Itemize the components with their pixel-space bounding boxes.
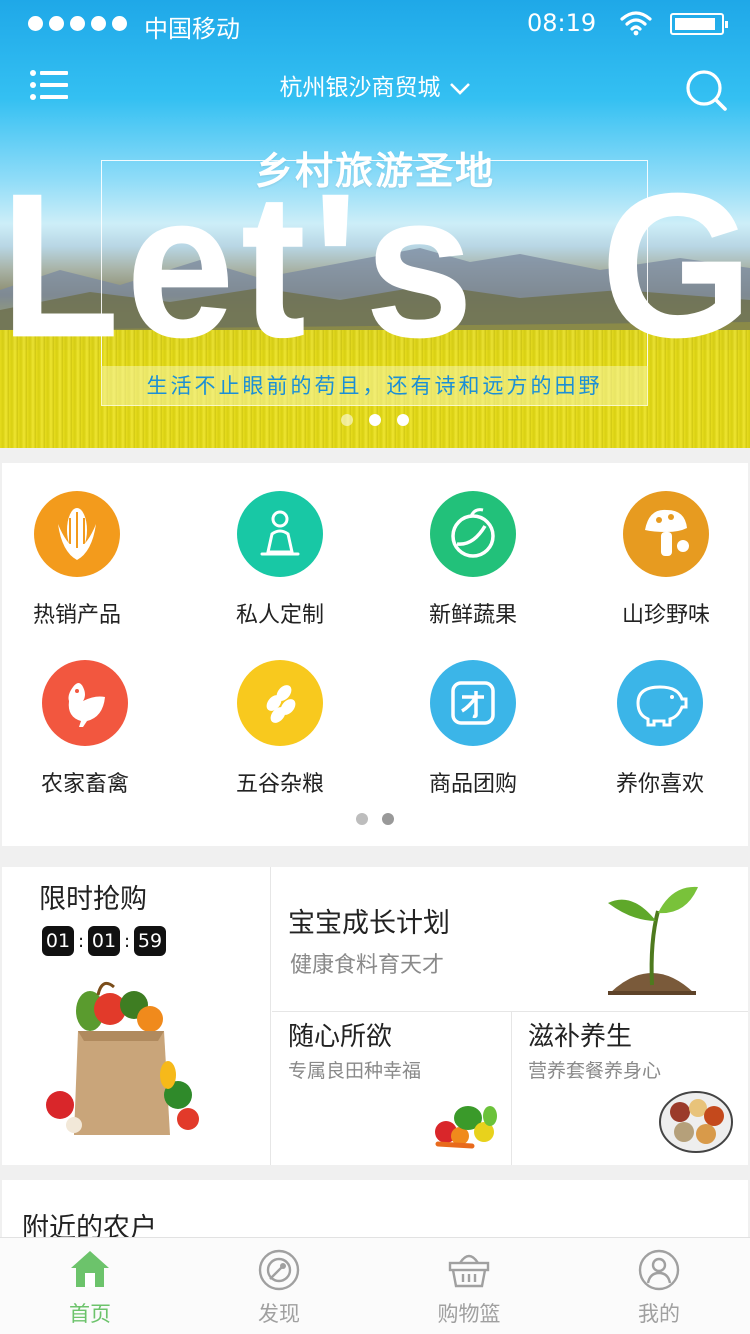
carrier-name: 中国移动: [144, 15, 240, 43]
category-dot-active[interactable]: [382, 813, 394, 825]
basket-icon: [448, 1254, 490, 1288]
status-bar: 中国移动 08:19: [0, 0, 750, 48]
free-choice-card[interactable]: 随心所欲 专属良田种幸福: [272, 1012, 512, 1165]
banner-title-wrap: 乡村旅游圣地: [0, 140, 750, 195]
tab-basket[interactable]: 购物篮: [409, 1238, 529, 1334]
wifi-icon: [620, 11, 652, 36]
banner-pagination[interactable]: [0, 414, 750, 426]
tab-label: 发现: [258, 1302, 300, 1326]
category-label: 养你喜欢: [615, 772, 704, 797]
category-label: 商品团购: [428, 772, 517, 797]
piggy-icon: [617, 660, 703, 746]
fruit-icon: [430, 491, 516, 577]
profile-icon: [638, 1249, 680, 1291]
countdown-separator: :: [77, 930, 85, 952]
banner-dot[interactable]: [341, 414, 353, 426]
countdown-separator: :: [123, 930, 131, 952]
growth-plan-title: 宝宝成长计划: [288, 908, 450, 939]
category-wild-delicacies[interactable]: 山珍野味: [591, 491, 741, 629]
countdown-seconds: 59: [134, 926, 166, 956]
category-hot-products[interactable]: 热销产品: [2, 491, 152, 629]
hero-banner[interactable]: 中国移动 08:19 杭州银沙商贸城 Let's Go 乡村旅游圣地 生活不止眼…: [0, 0, 750, 448]
nourish-card[interactable]: 滋补养生 营养套餐养身心: [512, 1012, 748, 1165]
category-poultry[interactable]: 农家畜禽: [10, 660, 160, 798]
flash-sale-card[interactable]: 限时抢购 01 : 01 : 59: [2, 867, 271, 1165]
category-label: 热销产品: [32, 603, 121, 628]
countdown-minutes: 01: [88, 926, 120, 956]
status-time: 08:19: [527, 9, 597, 37]
category-grains[interactable]: 五谷杂粮: [205, 660, 355, 798]
category-grid: 热销产品 私人定制 新鲜蔬果 山珍野味 农家畜禽 五谷杂粮 商品团购 养你喜欢: [2, 463, 748, 846]
category-pagination[interactable]: [2, 813, 748, 825]
mushroom-icon: [623, 491, 709, 577]
battery-icon: [670, 13, 728, 35]
banner-dot[interactable]: [397, 414, 409, 426]
location-label: 杭州银沙商贸城: [279, 75, 441, 101]
category-private-custom[interactable]: 私人定制: [205, 491, 355, 629]
banner-dot-active[interactable]: [369, 414, 381, 426]
corn-icon: [34, 491, 120, 577]
chevron-down-icon: [449, 82, 470, 95]
category-label: 山珍野味: [621, 603, 710, 628]
tab-label: 购物篮: [437, 1302, 501, 1326]
tab-label: 我的: [638, 1302, 680, 1326]
chicken-icon: [42, 660, 128, 746]
banner-tagline: 生活不止眼前的苟且，还有诗和远方的田野: [101, 366, 648, 406]
banner-title: 乡村旅游圣地: [254, 149, 495, 193]
tab-bar: 首页 发现 购物篮 我的: [0, 1237, 750, 1334]
category-dot[interactable]: [356, 813, 368, 825]
search-icon[interactable]: [684, 68, 728, 112]
free-choice-title: 随心所欲: [288, 1022, 393, 1052]
growth-plan-card[interactable]: 宝宝成长计划 健康食料育天才: [272, 867, 748, 1012]
vegetables-image: [435, 1106, 497, 1149]
category-label: 农家畜禽: [40, 772, 129, 797]
nourish-title: 滋补养生: [528, 1022, 633, 1052]
category-fresh-produce[interactable]: 新鲜蔬果: [398, 491, 548, 629]
tab-discover[interactable]: 发现: [219, 1238, 339, 1334]
flash-sale-title: 限时抢购: [39, 884, 147, 915]
signal-strength-icon: [28, 16, 127, 31]
person-icon: [237, 491, 323, 577]
nourish-subtitle: 营养套餐养身心: [528, 1060, 662, 1082]
promo-section: 限时抢购 01 : 01 : 59 宝宝成长计划 健康食料育天才 随心所欲 专属…: [2, 867, 748, 1165]
category-group-buy[interactable]: 商品团购: [398, 660, 548, 798]
tab-home[interactable]: 首页: [30, 1238, 150, 1334]
tab-profile[interactable]: 我的: [599, 1238, 719, 1334]
growth-plan-subtitle: 健康食料育天才: [290, 953, 445, 978]
category-raise-favorite[interactable]: 养你喜欢: [585, 660, 735, 798]
countdown-hours: 01: [42, 926, 74, 956]
grocery-bag-image: [46, 981, 199, 1135]
category-label: 私人定制: [235, 603, 324, 628]
category-label: 五谷杂粮: [235, 772, 324, 797]
tab-label: 首页: [69, 1302, 111, 1326]
discover-icon: [258, 1249, 300, 1291]
grain-icon: [237, 660, 323, 746]
sprout-image: [608, 886, 698, 995]
group-buy-icon: [430, 660, 516, 746]
location-selector[interactable]: 杭州银沙商贸城: [0, 68, 750, 102]
home-icon: [71, 1251, 109, 1287]
category-label: 新鲜蔬果: [428, 603, 517, 628]
health-food-image: [659, 1091, 733, 1153]
countdown-timer: 01 : 01 : 59: [42, 926, 166, 956]
free-choice-subtitle: 专属良田种幸福: [288, 1060, 422, 1082]
